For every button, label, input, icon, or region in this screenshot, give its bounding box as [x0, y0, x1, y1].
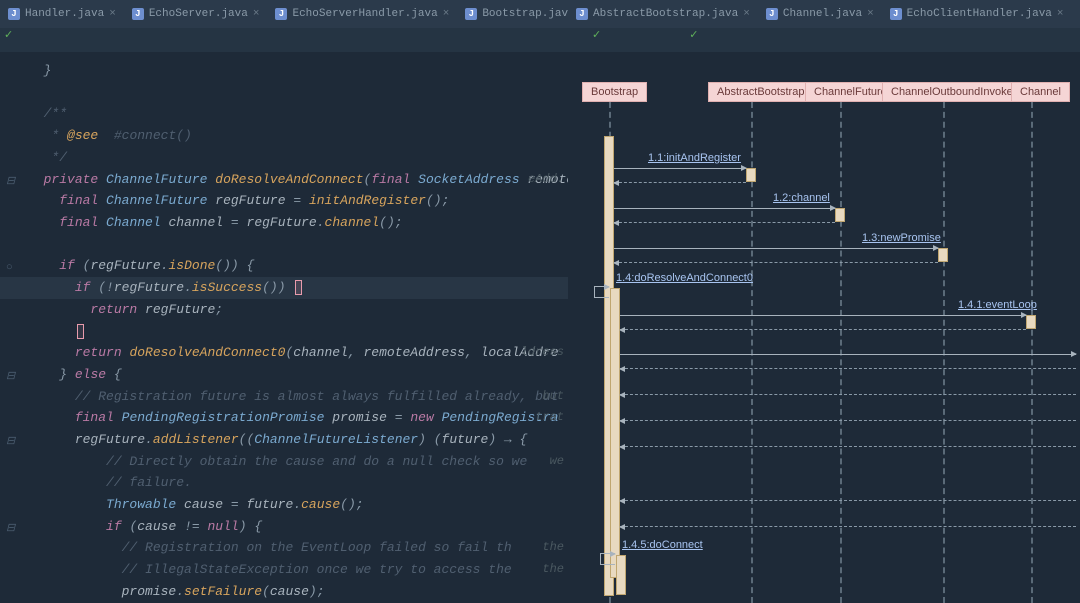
java-icon: [275, 8, 287, 20]
tab-label: AbstractBootstrap.java: [593, 8, 738, 20]
activation-bar: [1026, 315, 1036, 329]
fold-icon[interactable]: ⊟: [6, 367, 20, 381]
gutter-icon[interactable]: ○: [6, 258, 20, 272]
fold-icon[interactable]: ⊟: [6, 172, 20, 186]
tab-handler[interactable]: Handler.java ×: [0, 0, 124, 28]
tab-label: EchoServerHandler.java: [292, 8, 437, 20]
arrow-icon: [620, 315, 1026, 316]
return-arrow-icon: [620, 500, 1076, 501]
check-icon: ✓: [685, 28, 702, 52]
truncation-hint: the: [542, 537, 564, 559]
tab-label: Handler.java: [25, 8, 104, 20]
close-icon[interactable]: ×: [743, 8, 750, 20]
activation-bar: [938, 248, 948, 262]
self-arrow-icon: [594, 286, 609, 298]
close-icon[interactable]: ×: [1057, 8, 1064, 20]
return-arrow-icon: [620, 368, 1076, 369]
fold-icon[interactable]: ⊟: [6, 519, 20, 533]
participant-channel[interactable]: Channel: [1011, 82, 1070, 102]
close-icon[interactable]: ×: [109, 8, 116, 20]
java-icon: [465, 8, 477, 20]
close-icon[interactable]: ×: [253, 8, 260, 20]
arrow-icon: [620, 354, 1076, 355]
code-editor[interactable]: } /** * @see #connect() */ ⊟ private Cha…: [0, 52, 568, 603]
arrow-icon: [614, 208, 835, 209]
participant-channeloutboundinvoker[interactable]: ChannelOutboundInvoker: [882, 82, 1025, 102]
java-icon: [576, 8, 588, 20]
tab-pom[interactable]: pom.xml (: [1072, 0, 1080, 28]
editor-tabs-row-1: Handler.java × EchoServer.java × EchoServe…: [0, 0, 568, 28]
tab-echoserverhandler[interactable]: EchoServerHandler.java ×: [267, 0, 457, 28]
lifeline: [943, 102, 945, 603]
truncation-hint: the: [542, 559, 564, 581]
activation-bar: [746, 168, 756, 182]
seq-message[interactable]: 1.4.5:doConnect: [622, 539, 703, 551]
return-arrow-icon: [614, 222, 835, 223]
editor-checkbar-right: ✓ ✓: [568, 28, 1080, 52]
close-icon[interactable]: ×: [443, 8, 450, 20]
tab-bootstrap-1[interactable]: Bootstrap.java×: [457, 0, 568, 28]
seq-message[interactable]: 1.4:doResolveAndConnect0: [616, 272, 753, 284]
tab-channel[interactable]: Channel.java ×: [758, 0, 882, 28]
tab-label: Bootstrap.java: [482, 8, 568, 20]
editor-checkbar: ✓: [0, 28, 568, 52]
truncation-hint: ldress: [521, 342, 564, 364]
java-icon: [890, 8, 902, 20]
seq-message[interactable]: 1.3:newPromise: [862, 232, 941, 244]
arrow-icon: [614, 168, 746, 169]
java-icon: [8, 8, 20, 20]
return-arrow-icon: [620, 420, 1076, 421]
truncation-hint: we: [550, 451, 564, 473]
lifeline: [1031, 102, 1033, 603]
seq-message[interactable]: 1.1:initAndRegister: [648, 152, 741, 164]
participant-bootstrap[interactable]: Bootstrap: [582, 82, 647, 102]
participant-abstractbootstrap[interactable]: AbstractBootstrap: [708, 82, 813, 102]
check-icon: ✓: [0, 28, 17, 52]
editor-tabs-row-right: AbstractBootstrap.java × Channel.java × Ec…: [568, 0, 1080, 28]
java-icon: [132, 8, 144, 20]
fold-icon[interactable]: ⊟: [6, 432, 20, 446]
java-icon: [766, 8, 778, 20]
return-arrow-icon: [620, 329, 1026, 330]
tab-label: EchoServer.java: [149, 8, 248, 20]
tab-label: EchoClientHandler.java: [907, 8, 1052, 20]
return-arrow-icon: [620, 526, 1076, 527]
return-arrow-icon: [620, 394, 1076, 395]
seq-message[interactable]: 1.4.1:eventLoop: [958, 299, 1037, 311]
truncation-hint: trat: [535, 407, 564, 429]
arrow-icon: [614, 248, 938, 249]
current-line: if (!regFuture.isSuccess()): [0, 277, 568, 299]
return-arrow-icon: [614, 182, 746, 183]
return-arrow-icon: [614, 262, 938, 263]
lifeline: [840, 102, 842, 603]
check-icon: ✓: [588, 28, 605, 52]
sequence-diagram-panel: AbstractBootstrap.java × Channel.java × Ec…: [568, 0, 1080, 603]
tab-label: Channel.java: [783, 8, 862, 20]
activation-bar: [835, 208, 845, 222]
self-arrow-icon: [600, 553, 615, 565]
tab-abstractbootstrap[interactable]: AbstractBootstrap.java ×: [568, 0, 758, 28]
activation-bar: [616, 555, 626, 595]
return-arrow-icon: [620, 446, 1076, 447]
tab-echoclienthandler[interactable]: EchoClientHandler.java ×: [882, 0, 1072, 28]
selection-mark: [77, 324, 84, 339]
close-icon[interactable]: ×: [867, 8, 874, 20]
tab-echoserver[interactable]: EchoServer.java ×: [124, 0, 268, 28]
truncation-hint: eAdd.: [528, 169, 564, 191]
truncation-hint: but: [542, 386, 564, 408]
text-cursor: [295, 280, 302, 295]
seq-message[interactable]: 1.2:channel: [773, 192, 830, 204]
